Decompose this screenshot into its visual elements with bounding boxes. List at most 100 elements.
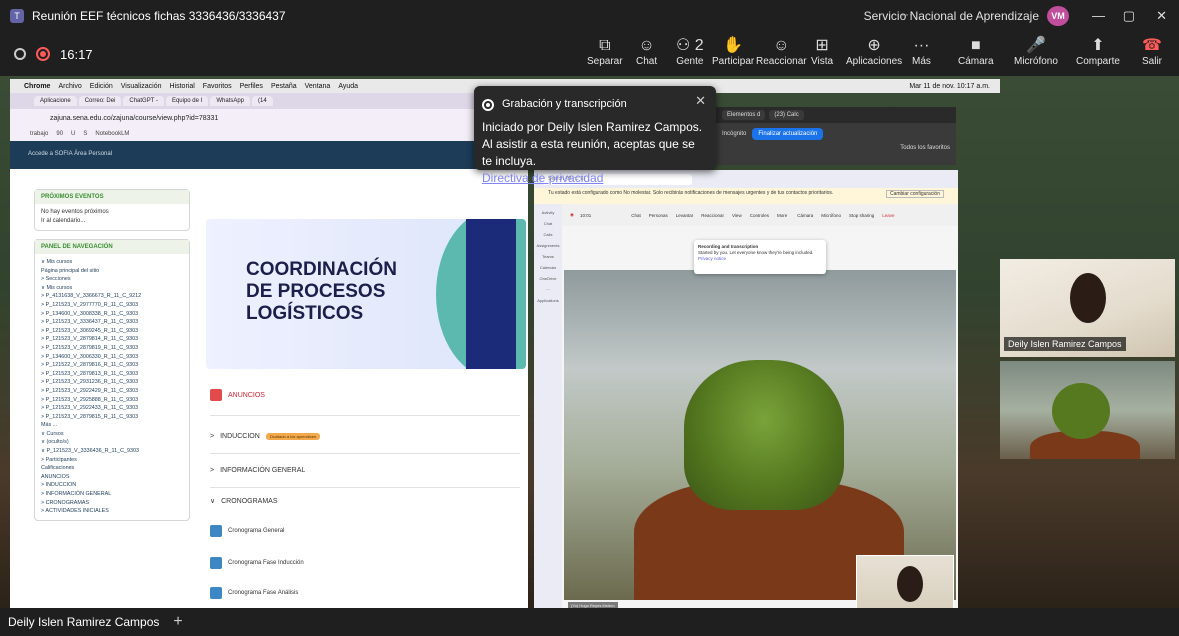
nav-item[interactable]: Calificaciones [41, 464, 183, 473]
nav-item[interactable]: > CRONOGRAMAS [41, 499, 183, 508]
separar-button[interactable]: ⧉ Separar [587, 36, 623, 67]
inner-button[interactable]: Reaccionar [701, 213, 724, 218]
nav-item[interactable]: > P_121523_V_2922429_R_11_C_9303 [41, 387, 183, 396]
apps-button[interactable]: ⊕ Aplicaciones [846, 36, 902, 67]
browser-tab[interactable]: WhatsApp [210, 96, 250, 106]
nav-item[interactable]: > P_121523_V_2879819_R_11_C_9303 [41, 344, 183, 353]
browser-tab[interactable]: Equipo de I [165, 96, 209, 106]
nav-item[interactable]: ∨ (oculto/s) [41, 438, 183, 447]
nav-item[interactable]: ∨ P_121523_V_3336436_R_11_C_9303 [41, 447, 183, 456]
nav-item[interactable]: > INDUCCION [41, 481, 183, 490]
inner-button[interactable]: Chat [631, 213, 641, 218]
inner-leave-button[interactable]: Leave [882, 213, 894, 218]
file-link[interactable]: Cronograma Fase Análisis [210, 587, 298, 599]
close-button[interactable]: ✕ [1156, 8, 1167, 24]
rail-item[interactable]: Calls [534, 232, 562, 237]
nav-item[interactable]: > P_134600_V_3006330_R_11_C_9303 [41, 353, 183, 362]
rail-item[interactable]: Calendar [534, 265, 562, 270]
inner-button[interactable]: More [777, 213, 787, 218]
file-link[interactable]: Cronograma General [210, 525, 284, 537]
view-button[interactable]: ⊞ Vista [811, 36, 833, 67]
nav-item[interactable]: ∨ Cursos [41, 430, 183, 439]
info-section[interactable]: > INFORMACIÓN GENERAL [210, 467, 305, 474]
nav-item[interactable]: Más ... [41, 421, 183, 430]
favorites-folder[interactable]: Todos los favoritos [716, 145, 956, 151]
inner-button[interactable]: Stop sharing [849, 213, 874, 218]
nav-item[interactable]: > INFORMACIÓN GENERAL [41, 490, 183, 499]
nav-item[interactable]: > P_121523_V_2879815_R_11_C_9303 [41, 413, 183, 422]
add-icon[interactable]: + [173, 613, 182, 631]
nav-item[interactable]: Página principal del sitio [41, 267, 183, 276]
nav-item[interactable]: > P_134600_V_3008338_R_11_C_9303 [41, 310, 183, 319]
close-icon[interactable]: ✕ [695, 92, 706, 109]
browser-tab[interactable]: (14 [252, 96, 273, 106]
menu-item[interactable]: Edición [90, 83, 113, 90]
nav-item[interactable]: > P_121523_V_2922433_R_11_C_9303 [41, 404, 183, 413]
menu-item[interactable]: Ayuda [338, 83, 358, 90]
browser-tab[interactable]: Elementos d [722, 110, 766, 120]
rail-item[interactable]: Activity [534, 210, 562, 215]
nav-item[interactable]: ANUNCIOS [41, 473, 183, 482]
screen-share-tab[interactable]: Deily Islen Ramirez Campos [8, 615, 159, 629]
leave-button[interactable]: ☎ Salir [1142, 36, 1162, 67]
nav-item[interactable]: > P_121523_V_2879813_R_11_C_9303 [41, 370, 183, 379]
nav-item[interactable]: > ACTIVIDADES INICIALES [41, 507, 183, 516]
menu-item[interactable]: Archivo [58, 83, 81, 90]
raise-hand-button[interactable]: ✋ Participar [712, 36, 754, 67]
rail-item[interactable]: OneDrive [534, 276, 562, 281]
nav-item[interactable]: > P_4131638_V_3366673_R_11_C_9212 [41, 292, 183, 301]
privacy-link[interactable]: Privacy notice [698, 256, 726, 261]
browser-tab[interactable]: Correo: Dei [78, 96, 122, 106]
finish-update-button[interactable]: Finalizar actualización [752, 128, 824, 140]
people-button[interactable]: ⚇ 2 Gente [676, 36, 704, 67]
menu-item[interactable]: Ventana [305, 83, 331, 90]
browser-tab[interactable]: Aplicacione [34, 96, 77, 106]
nav-item[interactable]: ∨ Mis cursos [41, 258, 183, 267]
inner-button[interactable]: Micrófono [821, 213, 841, 218]
menu-item[interactable]: Visualización [121, 83, 162, 90]
browser-tab[interactable]: (23) Calc [769, 110, 804, 120]
address-bar[interactable]: zajuna.sena.edu.co/zajuna/course/view.ph… [10, 109, 528, 127]
change-settings-button[interactable]: Cambiar configuración [885, 190, 944, 198]
microphone-button[interactable]: 🎤 Micrófono [1014, 36, 1058, 67]
inner-button[interactable]: View [732, 213, 742, 218]
nav-item[interactable]: > Participantes [41, 456, 183, 465]
maximize-button[interactable]: ▢ [1123, 8, 1135, 24]
share-button[interactable]: ⬆ Comparte [1076, 36, 1120, 67]
induccion-section[interactable]: > INDUCCION Ocultado a los aprendices [210, 433, 321, 440]
inner-button[interactable]: Levantar [676, 213, 694, 218]
menu-item[interactable]: Chrome [24, 83, 50, 90]
rail-item[interactable]: Applications [534, 298, 562, 303]
privacy-link[interactable]: Directiva de privacidad [482, 171, 603, 185]
rail-item[interactable]: Chat [534, 221, 562, 226]
menu-item[interactable]: Historial [170, 83, 195, 90]
menu-item[interactable]: Pestaña [271, 83, 297, 90]
nav-item[interactable]: > P_121522_V_2879816_R_11_C_9303 [41, 361, 183, 370]
bookmark[interactable]: U [71, 131, 75, 137]
participant-tile[interactable]: Deily Islen Ramirez Campos [1000, 259, 1175, 357]
inner-button[interactable]: Cámara [797, 213, 813, 218]
menu-item[interactable]: Favoritos [203, 83, 232, 90]
minimize-button[interactable]: — [1092, 8, 1105, 23]
nav-item[interactable]: > P_121523_V_3336437_R_11_C_9303 [41, 318, 183, 327]
rail-item[interactable]: Teams [534, 254, 562, 259]
browser-tab[interactable]: ChatGPT - [123, 96, 164, 106]
rail-item[interactable]: ··· [534, 287, 562, 292]
avatar[interactable]: VM [1047, 6, 1069, 26]
cronogramas-section[interactable]: ∨ CRONOGRAMAS [210, 497, 278, 506]
bookmark[interactable]: trabajo [30, 131, 48, 137]
inner-button[interactable]: Controles [750, 213, 769, 218]
more-button[interactable]: ··· Más [912, 36, 931, 67]
sofia-bar[interactable]: Accede a SOFIA Área Personal [10, 141, 528, 169]
camera-button[interactable]: ■ Cámara [958, 36, 994, 67]
nav-item[interactable]: > P_121523_V_2925888_R_11_C_9303 [41, 396, 183, 405]
nav-item[interactable]: > P_121523_V_2879814_R_11_C_9303 [41, 335, 183, 344]
rail-item[interactable]: Assignments [534, 243, 562, 248]
nav-item[interactable]: > P_121523_V_3069245_R_11_C_9303 [41, 327, 183, 336]
bookmark[interactable]: NotebookLM [95, 131, 129, 137]
participant-tile[interactable] [1000, 361, 1175, 459]
react-button[interactable]: ☺ Reaccionar [756, 36, 807, 67]
bookmark[interactable]: 90 [56, 131, 63, 137]
bookmark[interactable]: S [83, 131, 87, 137]
chat-button[interactable]: ☺ Chat [636, 36, 657, 67]
